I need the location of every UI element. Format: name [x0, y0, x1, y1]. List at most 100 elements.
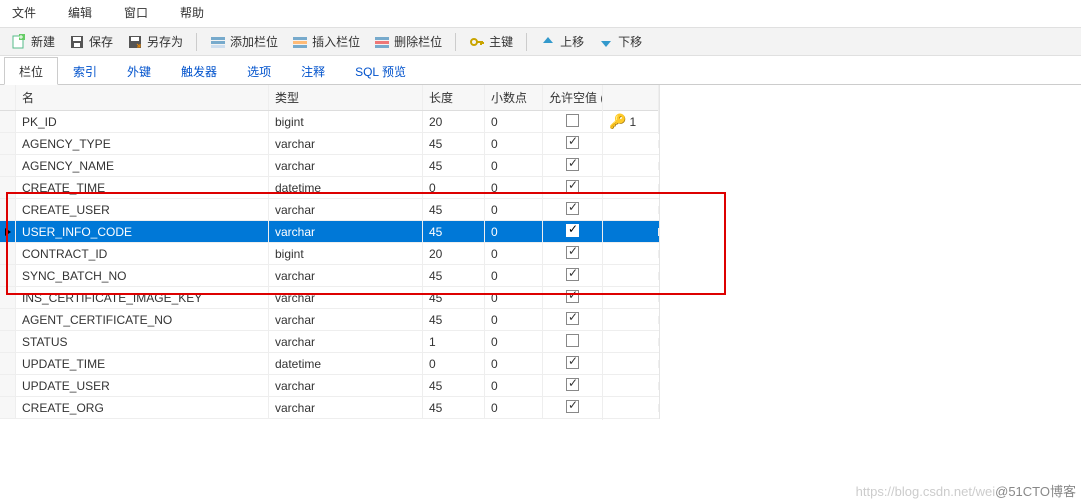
- cell-type[interactable]: varchar: [269, 309, 423, 331]
- cell-decimal[interactable]: 0: [485, 133, 543, 155]
- cell-name[interactable]: AGENT_CERTIFICATE_NO: [16, 309, 269, 331]
- cell-name[interactable]: SYNC_BATCH_NO: [16, 265, 269, 287]
- save-button[interactable]: 保存: [64, 31, 118, 52]
- menu-help[interactable]: 帮助: [180, 4, 204, 21]
- cell-type[interactable]: varchar: [269, 397, 423, 419]
- cell-nullable[interactable]: [543, 176, 603, 200]
- move-up-button[interactable]: 上移: [535, 31, 589, 52]
- add-field-button[interactable]: 添加栏位: [205, 31, 283, 52]
- cell-nullable[interactable]: [543, 154, 603, 178]
- cell-length[interactable]: 20: [423, 243, 485, 265]
- cell-nullable[interactable]: [543, 374, 603, 398]
- cell-length[interactable]: 45: [423, 221, 485, 243]
- tab-fields[interactable]: 栏位: [4, 57, 58, 85]
- tab-index[interactable]: 索引: [58, 57, 112, 85]
- cell-type[interactable]: bigint: [269, 243, 423, 265]
- cell-type[interactable]: datetime: [269, 177, 423, 199]
- cell-decimal[interactable]: 0: [485, 397, 543, 419]
- nullable-checkbox[interactable]: [566, 334, 579, 347]
- cell-nullable[interactable]: [543, 286, 603, 310]
- tab-sql-preview[interactable]: SQL 预览: [340, 57, 421, 85]
- cell-decimal[interactable]: 0: [485, 111, 543, 133]
- table-row[interactable]: INS_CERTIFICATE_IMAGE_KEYvarchar450: [0, 287, 659, 309]
- nullable-checkbox[interactable]: [566, 136, 579, 149]
- cell-nullable[interactable]: [543, 352, 603, 376]
- cell-decimal[interactable]: 0: [485, 353, 543, 375]
- cell-type[interactable]: varchar: [269, 287, 423, 309]
- insert-field-button[interactable]: 插入栏位: [287, 31, 365, 52]
- cell-type[interactable]: varchar: [269, 133, 423, 155]
- cell-type[interactable]: varchar: [269, 155, 423, 177]
- cell-nullable[interactable]: [543, 242, 603, 266]
- tab-comment[interactable]: 注释: [286, 57, 340, 85]
- cell-length[interactable]: 45: [423, 265, 485, 287]
- cell-name[interactable]: PK_ID: [16, 111, 269, 133]
- table-row[interactable]: AGENT_CERTIFICATE_NOvarchar450: [0, 309, 659, 331]
- cell-type[interactable]: bigint: [269, 111, 423, 133]
- cell-nullable[interactable]: [543, 308, 603, 332]
- new-button[interactable]: 新建: [6, 31, 60, 52]
- header-type[interactable]: 类型: [269, 85, 423, 110]
- cell-type[interactable]: datetime: [269, 353, 423, 375]
- cell-name[interactable]: CREATE_TIME: [16, 177, 269, 199]
- cell-name[interactable]: CREATE_USER: [16, 199, 269, 221]
- cell-type[interactable]: varchar: [269, 221, 423, 243]
- cell-decimal[interactable]: 0: [485, 243, 543, 265]
- cell-nullable[interactable]: [543, 330, 603, 354]
- cell-type[interactable]: varchar: [269, 265, 423, 287]
- cell-length[interactable]: 45: [423, 133, 485, 155]
- cell-length[interactable]: 1: [423, 331, 485, 353]
- cell-length[interactable]: 45: [423, 199, 485, 221]
- cell-decimal[interactable]: 0: [485, 265, 543, 287]
- cell-name[interactable]: USER_INFO_CODE: [16, 221, 269, 243]
- nullable-checkbox[interactable]: [566, 224, 579, 237]
- cell-nullable[interactable]: [543, 132, 603, 156]
- table-row[interactable]: SYNC_BATCH_NOvarchar450: [0, 265, 659, 287]
- nullable-checkbox[interactable]: [566, 268, 579, 281]
- table-row[interactable]: AGENCY_NAMEvarchar450: [0, 155, 659, 177]
- tab-foreign-key[interactable]: 外键: [112, 57, 166, 85]
- table-row[interactable]: CONTRACT_IDbigint200: [0, 243, 659, 265]
- cell-nullable[interactable]: [543, 396, 603, 420]
- cell-nullable[interactable]: [543, 110, 603, 134]
- nullable-checkbox[interactable]: [566, 202, 579, 215]
- cell-length[interactable]: 45: [423, 397, 485, 419]
- cell-decimal[interactable]: 0: [485, 199, 543, 221]
- tab-trigger[interactable]: 触发器: [166, 57, 232, 85]
- header-length[interactable]: 长度: [423, 85, 485, 110]
- menu-window[interactable]: 窗口: [124, 4, 148, 21]
- nullable-checkbox[interactable]: [566, 356, 579, 369]
- header-name[interactable]: 名: [16, 85, 269, 110]
- table-row[interactable]: UPDATE_USERvarchar450: [0, 375, 659, 397]
- table-row[interactable]: CREATE_USERvarchar450: [0, 199, 659, 221]
- cell-nullable[interactable]: [543, 264, 603, 288]
- cell-length[interactable]: 45: [423, 309, 485, 331]
- table-row[interactable]: STATUSvarchar10: [0, 331, 659, 353]
- cell-name[interactable]: STATUS: [16, 331, 269, 353]
- cell-length[interactable]: 20: [423, 111, 485, 133]
- nullable-checkbox[interactable]: [566, 114, 579, 127]
- cell-length[interactable]: 0: [423, 177, 485, 199]
- cell-length[interactable]: 45: [423, 155, 485, 177]
- nullable-checkbox[interactable]: [566, 378, 579, 391]
- table-row[interactable]: UPDATE_TIMEdatetime00: [0, 353, 659, 375]
- nullable-checkbox[interactable]: [566, 246, 579, 259]
- nullable-checkbox[interactable]: [566, 290, 579, 303]
- header-decimal[interactable]: 小数点: [485, 85, 543, 110]
- cell-length[interactable]: 0: [423, 353, 485, 375]
- cell-name[interactable]: CREATE_ORG: [16, 397, 269, 419]
- cell-length[interactable]: 45: [423, 375, 485, 397]
- cell-name[interactable]: CONTRACT_ID: [16, 243, 269, 265]
- nullable-checkbox[interactable]: [566, 158, 579, 171]
- cell-length[interactable]: 45: [423, 287, 485, 309]
- menu-file[interactable]: 文件: [12, 4, 36, 21]
- cell-decimal[interactable]: 0: [485, 221, 543, 243]
- header-nullable[interactable]: 允许空值 (: [543, 85, 603, 110]
- table-row[interactable]: CREATE_TIMEdatetime00: [0, 177, 659, 199]
- cell-type[interactable]: varchar: [269, 199, 423, 221]
- cell-type[interactable]: varchar: [269, 331, 423, 353]
- nullable-checkbox[interactable]: [566, 180, 579, 193]
- cell-decimal[interactable]: 0: [485, 375, 543, 397]
- menu-edit[interactable]: 编辑: [68, 4, 92, 21]
- cell-name[interactable]: INS_CERTIFICATE_IMAGE_KEY: [16, 287, 269, 309]
